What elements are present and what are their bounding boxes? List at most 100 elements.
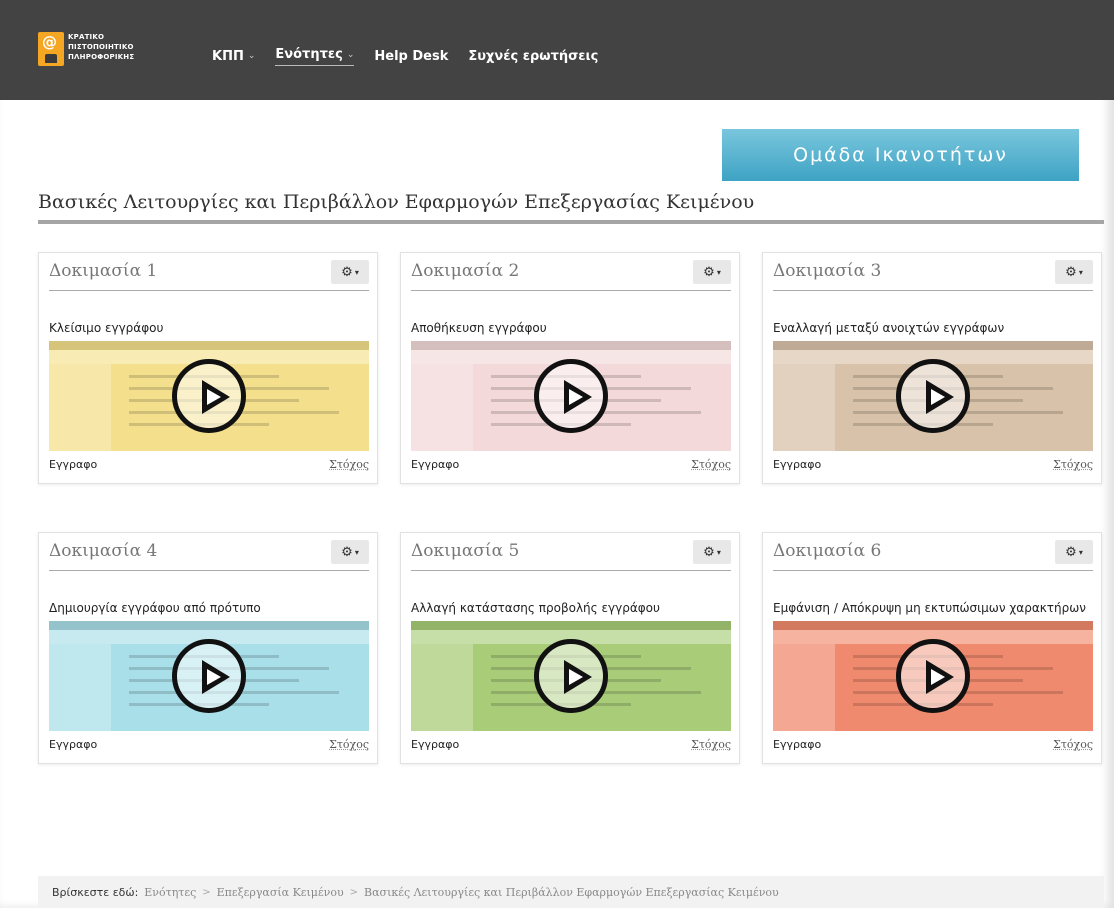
- gear-icon: ⚙: [341, 544, 353, 560]
- title-divider: [38, 220, 1104, 224]
- card-settings-button[interactable]: ⚙ ▾: [331, 540, 369, 564]
- logo-line: ΚΡΑΤΙΚΟ: [68, 33, 105, 41]
- play-icon[interactable]: [172, 359, 246, 433]
- nav-item-kpp[interactable]: ΚΠΠ ⌄: [212, 46, 255, 66]
- nav-item-enotites[interactable]: Ενότητες ⌄: [275, 46, 355, 66]
- breadcrumb-separator-icon: >: [202, 886, 211, 898]
- thumb-side-panel: [49, 644, 111, 731]
- logo-text: ΚΡΑΤΙΚΟ ΠΙΣΤΟΠΟΙΗΤΙΚΟ ΠΛΗΡΟΦΟΡΙΚΗΣ: [68, 32, 134, 62]
- card-document-link[interactable]: Εγγραφο: [773, 458, 821, 471]
- certificate-badge-icon: [38, 32, 64, 66]
- card-document-link[interactable]: Εγγραφο: [773, 738, 821, 751]
- main-nav: ΚΠΠ ⌄ Ενότητες ⌄ Help Desk Συχνές ερωτήσ…: [212, 46, 598, 66]
- task-card: Δοκιμασία 4 ⚙ ▾ Δημιουργία εγγράφου από …: [38, 532, 378, 764]
- card-settings-button[interactable]: ⚙ ▾: [1055, 260, 1093, 284]
- chevron-down-icon: ▾: [354, 267, 359, 277]
- task-card: Δοκιμασία 1 ⚙ ▾ Κλείσιμο εγγράφου Εγγραφ…: [38, 252, 378, 484]
- breadcrumb-lead: Βρίσκεστε εδώ:: [52, 885, 139, 899]
- card-divider: [411, 290, 731, 291]
- card-subtitle: Αλλαγή κατάστασης προβολής εγγράφου: [411, 601, 660, 615]
- breadcrumb-link[interactable]: Ενότητες: [144, 886, 196, 899]
- card-divider: [49, 570, 369, 571]
- thumb-side-panel: [773, 644, 835, 731]
- gear-icon: ⚙: [703, 264, 715, 280]
- chevron-down-icon: ⌄: [346, 49, 355, 60]
- card-subtitle: Εναλλαγή μεταξύ ανοιχτών εγγράφων: [773, 321, 1005, 335]
- thumb-side-panel: [411, 644, 473, 731]
- thumb-side-panel: [411, 364, 473, 451]
- thumb-window-bar: [773, 341, 1093, 350]
- card-settings-button[interactable]: ⚙ ▾: [693, 260, 731, 284]
- card-header: Δοκιμασία 1 ⚙ ▾: [39, 253, 377, 291]
- card-divider: [773, 570, 1093, 571]
- card-settings-button[interactable]: ⚙ ▾: [693, 540, 731, 564]
- nav-label: ΚΠΠ: [212, 48, 244, 64]
- nav-label: Help Desk: [374, 48, 449, 64]
- breadcrumb-link[interactable]: Επεξεργασία Κειμένου: [217, 886, 344, 899]
- thumb-window-bar: [411, 341, 731, 350]
- card-settings-button[interactable]: ⚙ ▾: [1055, 540, 1093, 564]
- card-title: Δοκιμασία 2: [411, 261, 520, 281]
- chevron-down-icon: ▾: [1078, 267, 1083, 277]
- logo-line: ΠΛΗΡΟΦΟΡΙΚΗΣ: [68, 53, 135, 61]
- task-card: Δοκιμασία 2 ⚙ ▾ Αποθήκευση εγγράφου Εγγρ…: [400, 252, 740, 484]
- task-card: Δοκιμασία 6 ⚙ ▾ Εμφάνιση / Απόκρυψη μη ε…: [762, 532, 1102, 764]
- card-header: Δοκιμασία 5 ⚙ ▾: [401, 533, 739, 571]
- card-divider: [773, 290, 1093, 291]
- video-thumbnail[interactable]: [773, 621, 1093, 731]
- card-title: Δοκιμασία 4: [49, 541, 158, 561]
- card-goal-link[interactable]: Στόχος: [329, 738, 369, 751]
- video-thumbnail[interactable]: [411, 621, 731, 731]
- chevron-down-icon: ▾: [354, 547, 359, 557]
- thumb-window-bar: [773, 621, 1093, 630]
- card-subtitle: Δημιουργία εγγράφου από πρότυπο: [49, 601, 261, 615]
- play-icon[interactable]: [172, 639, 246, 713]
- card-goal-link[interactable]: Στόχος: [1053, 738, 1093, 751]
- card-document-link[interactable]: Εγγραφο: [49, 458, 97, 471]
- thumb-window-bar: [49, 341, 369, 350]
- card-goal-link[interactable]: Στόχος: [691, 738, 731, 751]
- top-navbar: ΚΡΑΤΙΚΟ ΠΙΣΤΟΠΟΙΗΤΙΚΟ ΠΛΗΡΟΦΟΡΙΚΗΣ ΚΠΠ ⌄…: [0, 0, 1114, 100]
- gear-icon: ⚙: [341, 264, 353, 280]
- card-document-link[interactable]: Εγγραφο: [411, 738, 459, 751]
- card-document-link[interactable]: Εγγραφο: [411, 458, 459, 471]
- card-title: Δοκιμασία 1: [49, 261, 158, 281]
- card-goal-link[interactable]: Στόχος: [691, 458, 731, 471]
- nav-item-faq[interactable]: Συχνές ερωτήσεις: [468, 46, 598, 66]
- card-document-link[interactable]: Εγγραφο: [49, 738, 97, 751]
- video-thumbnail[interactable]: [411, 341, 731, 451]
- breadcrumb: Βρίσκεστε εδώ: Ενότητες > Επεξεργασία Κε…: [38, 876, 1104, 908]
- chevron-down-icon: ▾: [1078, 547, 1083, 557]
- thumb-window-bar: [411, 621, 731, 630]
- video-thumbnail[interactable]: [773, 341, 1093, 451]
- page-title: Βασικές Λειτουργίες και Περιβάλλον Εφαρμ…: [38, 191, 755, 213]
- play-icon[interactable]: [896, 359, 970, 433]
- nav-label: Συχνές ερωτήσεις: [468, 48, 599, 64]
- competence-group-button[interactable]: Ομάδα Ικανοτήτων: [722, 129, 1079, 181]
- thumb-side-panel: [773, 364, 835, 451]
- play-icon[interactable]: [896, 639, 970, 713]
- card-goal-link[interactable]: Στόχος: [1053, 458, 1093, 471]
- video-thumbnail[interactable]: [49, 341, 369, 451]
- task-card: Δοκιμασία 3 ⚙ ▾ Εναλλαγή μεταξύ ανοιχτών…: [762, 252, 1102, 484]
- nav-label: Ενότητες: [275, 47, 343, 62]
- chevron-down-icon: ▾: [716, 267, 721, 277]
- card-header: Δοκιμασία 2 ⚙ ▾: [401, 253, 739, 291]
- card-subtitle: Αποθήκευση εγγράφου: [411, 321, 547, 335]
- card-header: Δοκιμασία 4 ⚙ ▾: [39, 533, 377, 571]
- card-goal-link[interactable]: Στόχος: [329, 458, 369, 471]
- nav-item-help-desk[interactable]: Help Desk: [374, 46, 448, 66]
- play-icon[interactable]: [534, 639, 608, 713]
- video-thumbnail[interactable]: [49, 621, 369, 731]
- play-icon[interactable]: [534, 359, 608, 433]
- chevron-down-icon: ▾: [716, 547, 721, 557]
- logo-line: ΠΙΣΤΟΠΟΙΗΤΙΚΟ: [68, 43, 134, 51]
- card-divider: [411, 570, 731, 571]
- site-logo[interactable]: ΚΡΑΤΙΚΟ ΠΙΣΤΟΠΟΙΗΤΙΚΟ ΠΛΗΡΟΦΟΡΙΚΗΣ: [38, 32, 168, 68]
- card-title: Δοκιμασία 3: [773, 261, 882, 281]
- card-divider: [49, 290, 369, 291]
- thumb-window-bar: [49, 621, 369, 630]
- card-settings-button[interactable]: ⚙ ▾: [331, 260, 369, 284]
- breadcrumb-separator-icon: >: [349, 886, 359, 898]
- chevron-down-icon: ⌄: [247, 51, 256, 61]
